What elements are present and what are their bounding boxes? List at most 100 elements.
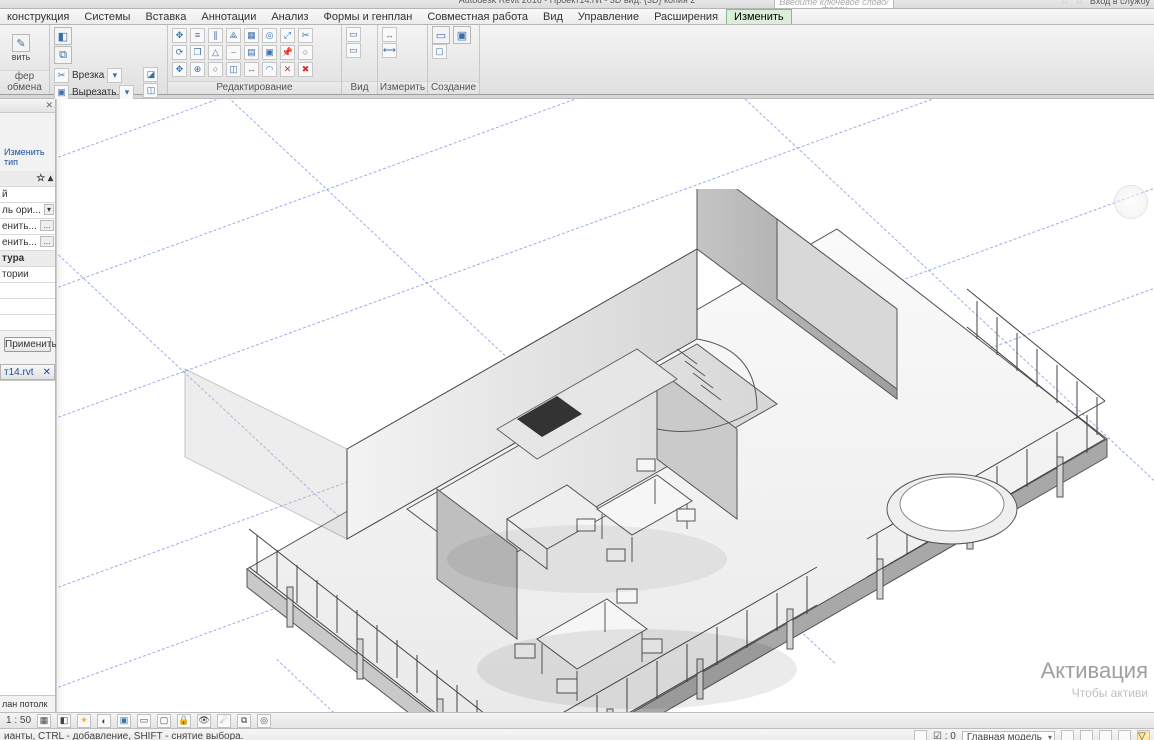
unpin-icon[interactable]: ○ xyxy=(298,45,313,60)
close-icon[interactable]: ✕ xyxy=(43,367,51,378)
dropdown-icon[interactable]: ▾ xyxy=(107,68,122,83)
match-icon[interactable]: ⧉ xyxy=(54,46,72,64)
prop-row[interactable]: тории xyxy=(0,267,55,283)
tab-upravlenie[interactable]: Управление xyxy=(571,9,647,24)
reveal-icon[interactable]: ☄ xyxy=(217,714,231,728)
offset-icon[interactable]: ∥ xyxy=(208,28,223,43)
tab-formy[interactable]: Формы и генплан xyxy=(316,9,420,24)
scale-icon[interactable]: ⤢ xyxy=(280,28,295,43)
filter-count: ☑ : 0 xyxy=(933,731,956,740)
sun-icon[interactable]: ☀ xyxy=(77,714,91,728)
prop-row[interactable] xyxy=(0,315,55,331)
lock-icon[interactable]: 🔒 xyxy=(177,714,191,728)
editable-icon[interactable] xyxy=(1080,730,1093,740)
move-icon[interactable]: ✥ xyxy=(172,28,187,43)
pin-icon[interactable]: 📌 xyxy=(280,45,295,60)
dropdown-icon[interactable]: ▾ xyxy=(119,85,134,100)
prop-row[interactable] xyxy=(0,283,55,299)
prop-row[interactable]: ль ори...▾ xyxy=(0,203,55,219)
detail-icon[interactable]: ▤ xyxy=(244,45,259,60)
copy-icon[interactable]: ❐ xyxy=(190,45,205,60)
tab-annotatsii[interactable]: Аннотации xyxy=(194,9,264,24)
panel-label: Измерить xyxy=(378,81,427,94)
modify-button[interactable]: ✎ вить xyxy=(4,27,38,69)
cut-icon[interactable]: ✂ xyxy=(54,68,69,83)
properties-panel: ✕ Изменить тип ☆ ▴ й ль ори...▾ енить...… xyxy=(0,99,56,712)
status-bar: ианты, CTRL - добавление, SHIFT - снятие… xyxy=(0,728,1154,740)
design-options-dropdown[interactable]: Главная модель xyxy=(962,731,1055,740)
viewcube[interactable] xyxy=(1114,185,1148,219)
split2-icon[interactable]: ⎯ xyxy=(226,45,241,60)
tab-vstavka[interactable]: Вставка xyxy=(138,9,194,24)
dim-icon[interactable]: ⟷ xyxy=(382,43,397,58)
model-3d xyxy=(137,189,1117,712)
crop-icon[interactable]: ◫ xyxy=(226,62,241,77)
tab-izmenit[interactable]: Изменить xyxy=(726,9,792,24)
viewport-3d[interactable]: Активация Чтобы активи xyxy=(56,99,1154,712)
worksets-icon[interactable] xyxy=(1061,730,1074,740)
pin-icon[interactable] xyxy=(1118,730,1131,740)
tab-konstruktsiya[interactable]: конструкция xyxy=(0,9,77,24)
scale-value[interactable]: 1 : 50 xyxy=(6,715,31,726)
crop-show-icon[interactable]: ▢ xyxy=(157,714,171,728)
trim-icon[interactable]: ✂ xyxy=(298,28,313,43)
delete2-icon[interactable]: ✖ xyxy=(298,62,313,77)
view-icon[interactable]: ▭ xyxy=(346,27,361,42)
tab-rasshireniya[interactable]: Расширения xyxy=(647,9,726,24)
star-icon[interactable]: ☆ xyxy=(1075,0,1084,5)
delete-icon[interactable]: ✕ xyxy=(280,62,295,77)
ribbon: ✎ вить фер обмена ◧ ⧉ ✂Врезка▾ ▣Вырезать… xyxy=(0,25,1154,95)
tab-analiz[interactable]: Анализ xyxy=(264,9,316,24)
activation-watermark: Активация Чтобы активи xyxy=(1041,660,1148,704)
fillet-icon[interactable]: ◠ xyxy=(262,62,277,77)
menu-tabs: конструкция Системы Вставка Аннотации Ан… xyxy=(0,9,1154,25)
create-icon[interactable]: ▭ xyxy=(432,26,450,44)
split-icon[interactable]: ◫ xyxy=(143,83,158,98)
group-icon[interactable]: ▣ xyxy=(262,45,277,60)
prop-row[interactable]: енить...… xyxy=(0,235,55,251)
zoom-icon[interactable]: ⊕ xyxy=(190,62,205,77)
detail-level-icon[interactable]: ▦ xyxy=(37,714,51,728)
rotate-icon[interactable]: ⟳ xyxy=(172,45,187,60)
shadows-icon[interactable]: ◐ xyxy=(97,714,111,728)
analyt-icon[interactable]: ◎ xyxy=(257,714,271,728)
login-link[interactable]: Вход в службу xyxy=(1090,0,1150,5)
prop-row[interactable]: й xyxy=(0,187,55,203)
search-input[interactable]: Введите ключевое слово/фразу xyxy=(774,0,894,9)
tab-sovmestnaya[interactable]: Совместная работа xyxy=(420,9,536,24)
star-icon[interactable]: ☆ xyxy=(1060,0,1069,5)
close-icon[interactable]: ✕ xyxy=(45,100,53,111)
extend-icon[interactable]: ↔ xyxy=(244,62,259,77)
create3-icon[interactable]: ▢ xyxy=(432,44,447,59)
apply-button[interactable]: Применить xyxy=(4,337,51,352)
view2-icon[interactable]: ▭ xyxy=(346,43,361,58)
prop-row[interactable]: енить...… xyxy=(0,219,55,235)
browser-tab[interactable]: т14.rvt✕ xyxy=(0,364,55,380)
array-polar-icon[interactable]: ◎ xyxy=(262,28,277,43)
browser-item[interactable]: лан потолк xyxy=(0,695,55,712)
orbit-icon[interactable]: ○ xyxy=(208,62,223,77)
carve-icon[interactable]: ▣ xyxy=(54,85,69,100)
tab-vid[interactable]: Вид xyxy=(536,9,571,24)
prop-row[interactable] xyxy=(0,299,55,315)
prop-icon[interactable]: ⧉ xyxy=(237,714,251,728)
array-rect-icon[interactable]: ▦ xyxy=(244,28,259,43)
render-icon[interactable]: ▣ xyxy=(117,714,131,728)
mirror-icon[interactable]: ⟁ xyxy=(226,28,241,43)
crop-icon[interactable]: ▭ xyxy=(137,714,151,728)
paint-icon[interactable]: ◧ xyxy=(54,27,72,45)
tab-sistemy[interactable]: Системы xyxy=(77,9,138,24)
cope-icon[interactable]: ◪ xyxy=(143,67,158,82)
edit-type-button[interactable]: Изменить тип xyxy=(2,115,53,169)
align-icon[interactable]: ≡ xyxy=(190,28,205,43)
hide-icon[interactable]: 👁 xyxy=(197,714,211,728)
visual-style-icon[interactable]: ◧ xyxy=(57,714,71,728)
filter-icon[interactable]: ▽ xyxy=(1137,730,1150,740)
pan-icon[interactable]: ✥ xyxy=(172,62,187,77)
measure-icon[interactable]: ↔ xyxy=(382,27,397,42)
app-title: Autodesk Revit 2016 - Проект14.rvt - 3D … xyxy=(0,0,1154,4)
link-icon[interactable] xyxy=(1099,730,1112,740)
select-icon[interactable] xyxy=(914,730,927,740)
mirror2-icon[interactable]: △ xyxy=(208,45,223,60)
create2-icon[interactable]: ▣ xyxy=(453,26,471,44)
